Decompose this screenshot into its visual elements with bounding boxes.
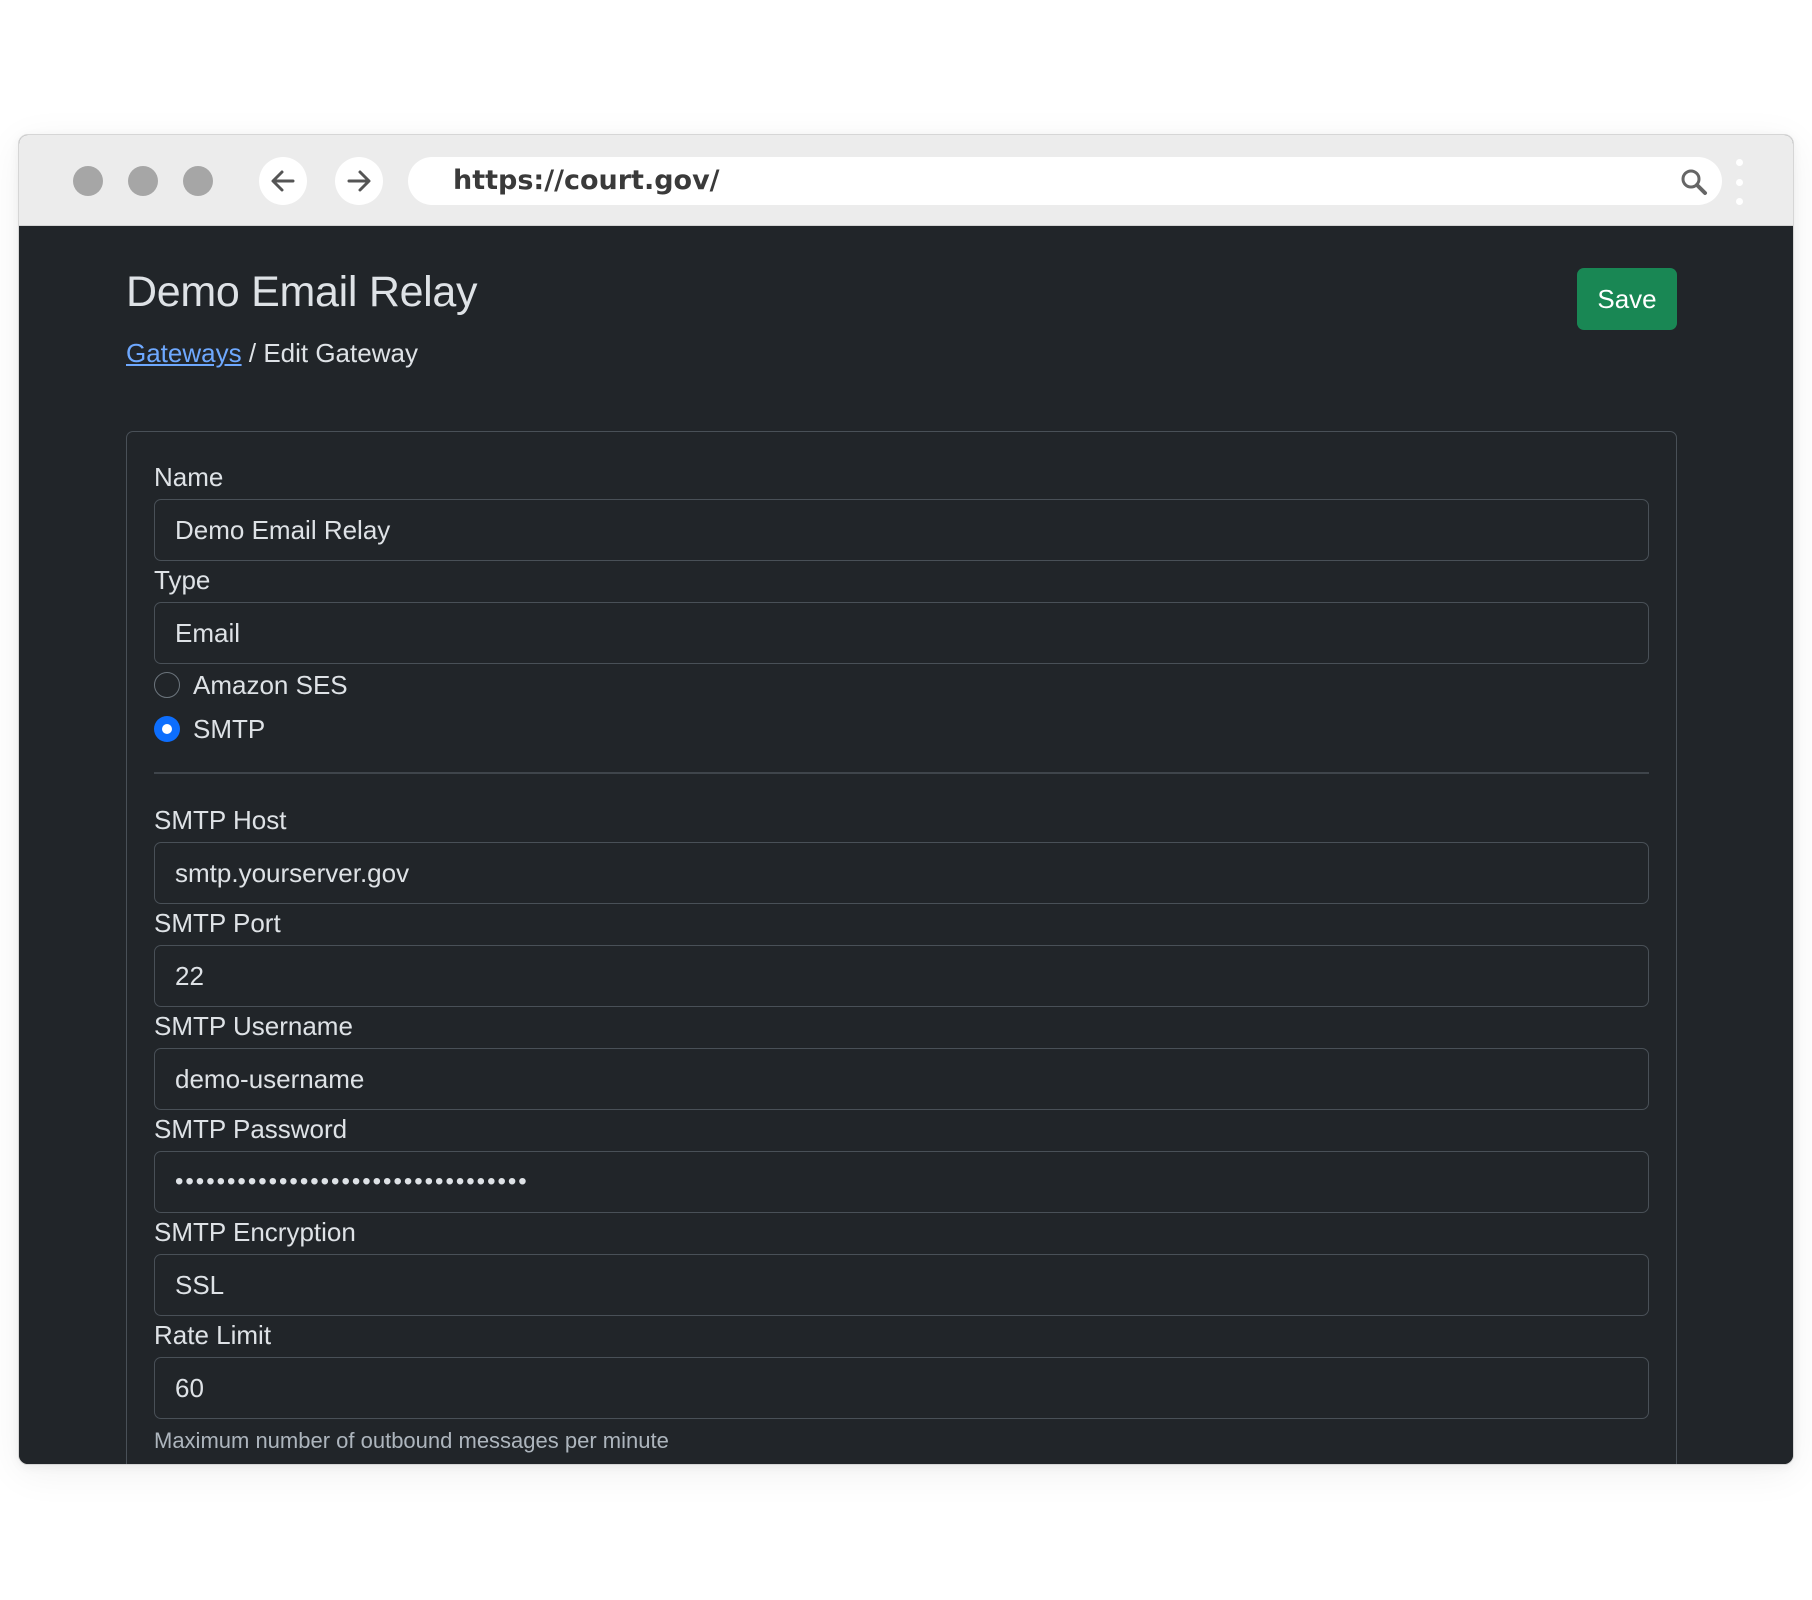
smtp-host-label: SMTP Host bbox=[154, 805, 287, 835]
address-bar-url: https://court.gov/ bbox=[453, 165, 720, 196]
radio-amazon-ses[interactable]: Amazon SES bbox=[154, 670, 348, 700]
back-button[interactable] bbox=[259, 157, 307, 205]
radio-label-smtp: SMTP bbox=[193, 713, 266, 744]
smtp-encryption-select[interactable]: SSL bbox=[154, 1254, 1649, 1316]
type-label: Type bbox=[154, 565, 211, 595]
name-label: Name bbox=[154, 462, 224, 492]
breadcrumb: Gateways / Edit Gateway bbox=[126, 338, 418, 369]
rate-limit-help-text: Maximum number of outbound messages per … bbox=[154, 1428, 669, 1453]
browser-window: https://court.gov/ Demo Email Relay Gate… bbox=[18, 134, 1794, 1465]
forward-button[interactable] bbox=[335, 157, 383, 205]
smtp-username-input[interactable]: demo-username bbox=[154, 1048, 1649, 1110]
rate-limit-label: Rate Limit bbox=[154, 1320, 272, 1350]
smtp-host-input[interactable]: smtp.yourserver.gov bbox=[154, 842, 1649, 904]
breadcrumb-separator: / bbox=[248, 338, 257, 368]
arrow-left-icon bbox=[271, 170, 295, 192]
address-bar[interactable]: https://court.gov/ bbox=[408, 157, 1722, 205]
window-close-dot[interactable] bbox=[73, 166, 103, 196]
radio-label-amazon-ses: Amazon SES bbox=[193, 669, 348, 700]
breadcrumb-current: Edit Gateway bbox=[263, 338, 418, 368]
window-maximize-dot[interactable] bbox=[183, 166, 213, 196]
smtp-port-input[interactable]: 22 bbox=[154, 945, 1649, 1007]
rate-limit-input[interactable]: 60 bbox=[154, 1357, 1649, 1419]
smtp-password-input[interactable]: •••••••••••••••••••••••••••••••••• bbox=[154, 1151, 1649, 1213]
page-title: Demo Email Relay bbox=[126, 268, 478, 316]
radio-button-smtp[interactable] bbox=[154, 716, 180, 742]
section-divider bbox=[154, 772, 1649, 774]
name-input[interactable]: Demo Email Relay bbox=[154, 499, 1649, 561]
smtp-port-label: SMTP Port bbox=[154, 908, 281, 938]
kebab-menu-icon[interactable] bbox=[1731, 159, 1747, 205]
smtp-password-label: SMTP Password bbox=[154, 1114, 348, 1144]
type-input[interactable]: Email bbox=[154, 602, 1649, 664]
page-content: Demo Email Relay Gateways / Edit Gateway… bbox=[19, 226, 1793, 1464]
smtp-encryption-label: SMTP Encryption bbox=[154, 1217, 356, 1247]
arrow-right-icon bbox=[347, 170, 371, 192]
search-icon[interactable] bbox=[1680, 168, 1708, 196]
radio-button-amazon-ses[interactable] bbox=[154, 672, 180, 698]
browser-toolbar: https://court.gov/ bbox=[19, 135, 1793, 226]
smtp-username-label: SMTP Username bbox=[154, 1011, 353, 1041]
breadcrumb-link-gateways[interactable]: Gateways bbox=[126, 338, 242, 368]
window-minimize-dot[interactable] bbox=[128, 166, 158, 196]
radio-smtp[interactable]: SMTP bbox=[154, 714, 265, 744]
save-button[interactable]: Save bbox=[1577, 268, 1677, 330]
gateway-form-card: Name Demo Email Relay Type Email Amazon … bbox=[126, 431, 1677, 1464]
